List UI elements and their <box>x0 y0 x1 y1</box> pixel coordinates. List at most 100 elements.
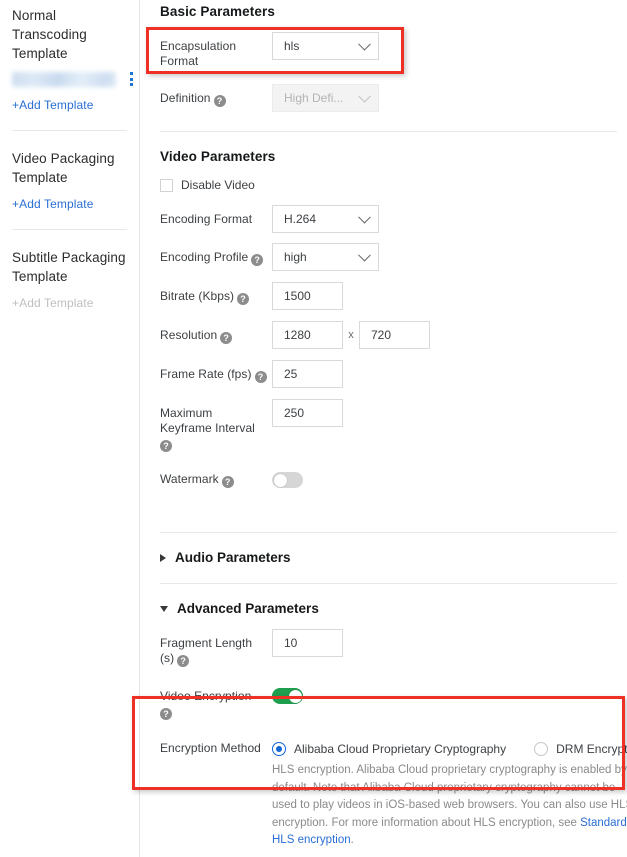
sidebar-title-line1: Video Packaging <box>12 151 115 166</box>
encapsulation-format-select[interactable]: hls <box>272 32 379 60</box>
toggle-knob <box>288 689 302 703</box>
chevron-down-icon <box>358 37 371 51</box>
label-encoding-profile: Encoding Profile? <box>160 243 272 266</box>
section-divider-basic <box>160 131 617 132</box>
parameters-panel: Basic Parameters Encapsulation Format hl… <box>139 0 627 857</box>
label-frame-rate: Frame Rate (fps)? <box>160 360 272 383</box>
help-icon[interactable]: ? <box>160 440 172 452</box>
encryption-help-text: HLS encryption. Alibaba Cloud proprietar… <box>272 762 627 850</box>
resolution-separator: x <box>348 329 354 341</box>
label-video-encryption: Video Encryption ? <box>160 688 272 720</box>
help-icon[interactable]: ? <box>237 293 250 305</box>
radio-label-drm: DRM Encryption <box>556 741 627 756</box>
radio-label-proprietary: Alibaba Cloud Proprietary Cryptography <box>294 741 507 756</box>
section-heading-video-parameters: Video Parameters <box>160 149 276 164</box>
disable-video-row[interactable]: Disable Video <box>151 178 617 192</box>
help-icon[interactable]: ? <box>221 476 234 488</box>
help-icon[interactable]: ? <box>254 371 267 383</box>
label-text: Definition <box>160 91 211 105</box>
bitrate-input[interactable]: 1500 <box>272 282 343 310</box>
add-template-link-subtitle: +Add Template <box>12 296 94 310</box>
help-text-body: HLS encryption. Alibaba Cloud proprietar… <box>272 764 627 829</box>
sidebar-group-title-video-packaging: Video Packaging Template <box>12 149 127 187</box>
chevron-down-icon <box>358 210 371 224</box>
chevron-down-icon <box>160 605 168 612</box>
label-bitrate: Bitrate (Kbps)? <box>160 282 272 305</box>
encapsulation-format-value: hls <box>284 39 300 53</box>
sidebar-title-line2: Template <box>12 46 68 61</box>
keyframe-interval-input[interactable]: 250 <box>272 399 343 427</box>
label-encryption-method: Encryption Method <box>160 741 261 755</box>
add-template-link-video[interactable]: +Add Template <box>12 196 127 212</box>
disable-video-checkbox[interactable] <box>160 178 173 192</box>
label-resolution: Resolution? <box>160 321 272 344</box>
transcoding-template-editor: Normal Transcoding Template +Add Templat… <box>0 0 627 857</box>
sidebar-title-line1: Subtitle Packaging <box>12 250 126 265</box>
resolution-height-input[interactable]: 720 <box>359 321 430 349</box>
sidebar-group-title-subtitle-packaging: Subtitle Packaging Template <box>12 248 127 286</box>
label-line1: Encapsulation <box>160 39 237 53</box>
radio-drm-encryption[interactable] <box>534 741 549 756</box>
active-section-indicator <box>139 50 140 96</box>
template-name-redacted <box>12 72 116 87</box>
label-text: Watermark <box>160 472 219 486</box>
template-sidebar: Normal Transcoding Template +Add Templat… <box>0 0 139 857</box>
label-watermark: Watermark? <box>160 472 272 488</box>
disable-video-label: Disable Video <box>181 178 255 192</box>
label-keyframe-interval: Maximum Keyframe Interval ? <box>160 399 272 452</box>
section-heading-basic-parameters: Basic Parameters <box>160 4 275 19</box>
radio-proprietary-cryptography[interactable] <box>272 741 286 756</box>
chevron-right-icon <box>160 553 166 562</box>
sidebar-group-video-packaging: Video Packaging Template +Add Template <box>0 149 139 212</box>
sidebar-title-line2: Template <box>12 170 68 185</box>
label-text: Video Encryption <box>160 689 252 703</box>
label-line1: Maximum <box>160 406 213 420</box>
encoding-profile-select[interactable]: high <box>272 243 379 271</box>
fragment-length-input[interactable]: 10 <box>272 629 343 657</box>
section-toggle-advanced-parameters[interactable]: Advanced Parameters <box>151 601 617 616</box>
video-encryption-toggle[interactable] <box>272 688 303 704</box>
encryption-method-option-proprietary[interactable]: Alibaba Cloud Proprietary Cryptography <box>272 741 507 756</box>
encoding-profile-value: high <box>284 250 307 264</box>
section-toggle-audio-parameters[interactable]: Audio Parameters <box>151 550 617 565</box>
template-list-item-selected[interactable] <box>12 71 133 88</box>
chevron-down-icon <box>358 89 371 103</box>
resolution-width-input[interactable]: 1280 <box>272 321 343 349</box>
label-line2: Format <box>160 54 199 68</box>
encoding-format-select[interactable]: H.264 <box>272 205 379 233</box>
help-icon[interactable]: ? <box>213 95 226 107</box>
sidebar-title-line2: Template <box>12 269 68 284</box>
sidebar-group-subtitle-packaging: Subtitle Packaging Template +Add Templat… <box>0 248 139 311</box>
label-encoding-format: Encoding Format <box>160 212 253 226</box>
help-icon[interactable]: ? <box>251 254 264 266</box>
label-definition: Definition? <box>160 84 272 107</box>
label-text: Encoding Profile <box>160 250 249 264</box>
label-text: Frame Rate (fps) <box>160 367 252 381</box>
help-icon[interactable]: ? <box>220 332 233 344</box>
frame-rate-input[interactable]: 25 <box>272 360 343 388</box>
add-template-link-normal[interactable]: +Add Template <box>12 97 127 113</box>
section-heading-audio-parameters: Audio Parameters <box>175 550 291 565</box>
encryption-method-option-drm[interactable]: DRM Encryption <box>534 741 627 756</box>
label-encapsulation-format: Encapsulation Format <box>160 32 272 69</box>
encoding-format-value: H.264 <box>284 212 317 226</box>
sidebar-group-normal-transcoding: Normal Transcoding Template +Add Templat… <box>0 0 139 113</box>
sidebar-group-title-normal-transcoding: Normal Transcoding Template <box>12 0 127 63</box>
help-text-tail: . <box>350 834 354 846</box>
sidebar-title-line1: Normal Transcoding <box>12 8 87 42</box>
section-divider-video <box>160 532 617 533</box>
section-divider-audio <box>160 583 617 584</box>
help-icon[interactable]: ? <box>177 655 190 667</box>
label-line2: (s) <box>160 651 175 665</box>
help-icon[interactable]: ? <box>160 708 172 720</box>
label-line2: Keyframe Interval <box>160 421 255 435</box>
toggle-knob <box>273 473 287 487</box>
definition-select: High Defi... <box>272 84 379 112</box>
label-fragment-length: Fragment Length (s)? <box>160 629 272 667</box>
label-text: Resolution <box>160 328 218 342</box>
chevron-down-icon <box>358 248 371 262</box>
section-heading-advanced-parameters: Advanced Parameters <box>177 601 319 616</box>
more-options-icon[interactable] <box>125 70 137 88</box>
watermark-toggle[interactable] <box>272 472 303 488</box>
definition-value: High Defi... <box>284 91 344 105</box>
